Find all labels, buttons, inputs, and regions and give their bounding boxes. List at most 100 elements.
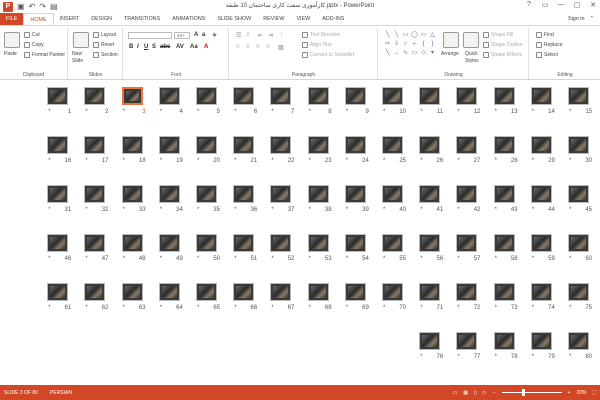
arrow-shape-icon[interactable]: → [392,49,401,58]
transition-star-icon[interactable]: * [346,256,348,262]
transition-star-icon[interactable]: * [160,305,162,311]
tab-transitions[interactable]: TRANSITIONS [118,13,166,25]
transition-star-icon[interactable]: * [495,354,497,360]
language-indicator[interactable]: PERSIAN [50,390,72,396]
tab-animations[interactable]: ANIMATIONS [166,13,211,25]
decrease-indent-icon[interactable]: ⇤ [258,32,263,39]
transition-star-icon[interactable]: * [532,207,534,213]
fit-slide-icon[interactable]: ⛶ [592,390,596,396]
tab-view[interactable]: VIEW [290,13,316,25]
transition-star-icon[interactable]: * [457,158,459,164]
slide-thumbnail[interactable] [196,136,217,154]
convert-smartart-button[interactable]: Convert to SmartArt [302,52,354,58]
slide-thumbnail[interactable] [493,87,515,105]
help-icon[interactable]: ? [524,1,534,9]
slide-thumbnail[interactable] [158,234,180,252]
slide-thumbnail[interactable] [530,332,552,350]
powerpoint-app-icon[interactable]: P [3,1,13,12]
transition-star-icon[interactable]: * [346,207,348,213]
transition-star-icon[interactable]: * [48,305,50,311]
reset-button[interactable]: Reset [93,42,114,48]
slide-thumbnail[interactable] [47,185,69,203]
slide-thumbnail[interactable] [233,234,255,252]
zoom-slider[interactable] [501,389,562,396]
slide-thumbnail[interactable] [196,87,217,105]
slide-thumbnail[interactable] [456,136,478,154]
arrange-button[interactable]: Arrange [441,51,459,57]
transition-star-icon[interactable]: * [160,256,162,262]
slide-thumbnail[interactable] [307,283,329,301]
align-center-icon[interactable]: ≡ [246,44,250,50]
font-color-icon[interactable]: A [204,44,208,50]
transition-star-icon[interactable]: * [346,109,348,115]
connector-shape-icon[interactable]: ⌐ [410,40,419,49]
slide-thumbnail[interactable] [47,136,69,154]
ribbon-display-icon[interactable]: ▭ [540,1,550,9]
font-name-combo[interactable] [128,32,172,39]
bold-icon[interactable]: B [129,44,133,50]
transition-star-icon[interactable]: * [85,256,87,262]
slide-thumbnail[interactable] [121,234,143,252]
slide-thumbnail[interactable] [121,136,143,154]
transition-star-icon[interactable]: * [569,158,571,164]
slide-sorter-view-icon[interactable]: ▦ [463,390,468,396]
slide-thumbnail[interactable] [233,87,255,105]
arrange-icon[interactable] [443,32,459,48]
transition-star-icon[interactable]: * [420,158,422,164]
format-painter-button[interactable]: Format Painter [24,52,65,58]
tab-review[interactable]: REVIEW [257,13,290,25]
change-case-icon[interactable]: Aa [190,44,198,50]
justify-icon[interactable]: ≡ [266,44,270,50]
transition-star-icon[interactable]: * [346,305,348,311]
curve-shape-icon[interactable]: ∿ [401,49,410,58]
transition-star-icon[interactable]: * [309,305,311,311]
slide-thumbnail[interactable] [121,283,143,301]
align-left-icon[interactable]: ≡ [236,44,240,50]
transition-star-icon[interactable]: * [123,305,125,311]
slide-thumbnail[interactable] [344,136,366,154]
italic-icon[interactable]: I [137,44,139,50]
transition-star-icon[interactable]: * [48,109,50,115]
transition-star-icon[interactable]: * [85,207,87,213]
close-icon[interactable]: ✕ [588,1,598,9]
slide-thumbnail[interactable] [84,185,106,203]
tab-insert[interactable]: INSERT [54,13,86,25]
slide-thumbnail[interactable] [530,87,552,105]
quick-styles-icon[interactable] [463,32,479,48]
triangle-shape-icon[interactable]: △ [428,31,437,40]
slide-thumbnail[interactable] [456,332,478,350]
zoom-level[interactable]: 20% [576,390,586,396]
slide-thumbnail[interactable] [270,87,292,105]
slide-thumbnail[interactable] [158,87,180,105]
transition-star-icon[interactable]: * [495,256,497,262]
slide-thumbnail[interactable] [568,234,589,252]
slide-thumbnail[interactable] [233,283,255,301]
line-spacing-icon[interactable]: ↕ [280,32,283,38]
transition-star-icon[interactable]: * [420,109,422,115]
slide-thumbnail[interactable] [568,332,589,350]
line-shape-icon[interactable]: ╲ [383,31,392,40]
slide-thumbnail[interactable] [530,185,552,203]
bullets-icon[interactable]: ☰ [236,32,241,39]
transition-star-icon[interactable]: * [48,207,50,213]
cut-button[interactable]: Cut [24,32,40,38]
shadow-icon[interactable]: S [152,44,156,50]
transition-star-icon[interactable]: * [309,109,311,115]
increase-indent-icon[interactable]: ⇥ [268,32,273,39]
transition-star-icon[interactable]: * [383,256,385,262]
copy-button[interactable]: Copy [24,42,44,48]
find-button[interactable]: Find [536,32,554,38]
slide-thumbnail[interactable] [568,136,589,154]
slide-thumbnail[interactable] [121,87,143,105]
new-slide-button[interactable]: New [72,51,82,57]
transition-star-icon[interactable]: * [160,207,162,213]
section-button[interactable]: Section [93,52,118,58]
slide-thumbnail[interactable] [530,283,552,301]
slide-thumbnail[interactable] [270,283,292,301]
reading-view-icon[interactable]: ▯ [474,390,477,396]
slide-thumbnail[interactable] [307,185,329,203]
slide-thumbnail[interactable] [382,283,403,301]
transition-star-icon[interactable]: * [197,158,199,164]
transition-star-icon[interactable]: * [532,256,534,262]
numbering-icon[interactable]: ≡ [246,32,250,38]
